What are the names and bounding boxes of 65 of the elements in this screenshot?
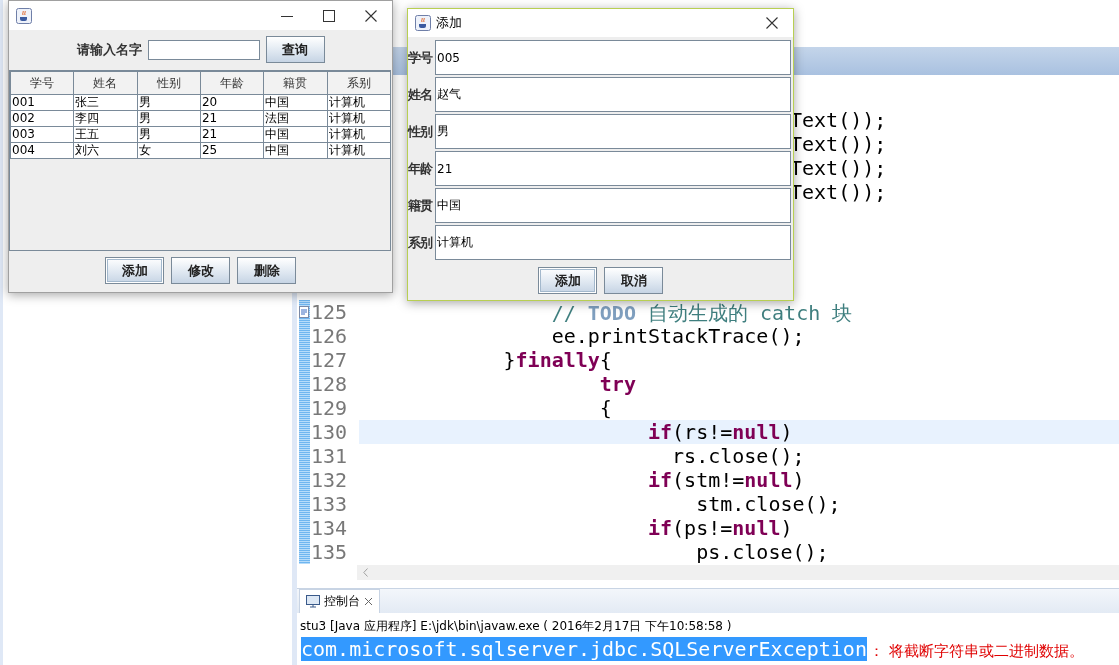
field-label: 系别 [408,233,434,252]
line-number: 125 [310,300,349,326]
line-number: 133 [310,492,349,516]
text-field[interactable]: 赵气 [435,77,791,112]
button[interactable]: 查询 [265,36,325,63]
monitor-icon [306,595,320,608]
code-line: if(stm!=null) [647,468,806,492]
code-line: try [598,372,637,396]
selected-text: com.microsoft.sqlserver.jdbc.SQLServerException [301,637,867,661]
column-header[interactable]: 学号 [10,71,74,95]
field-label: 学号 [408,48,434,67]
column-header[interactable]: 系别 [327,71,391,95]
line-number: 134 [310,516,349,540]
code-line: stm.close(); [695,492,842,516]
window-title: 添加 [436,14,462,32]
button[interactable]: 添加 [538,267,597,294]
code-line: Text()); [790,132,887,156]
line-number: 127 [310,348,349,372]
code-line: ps.close(); [695,540,830,564]
line-number: 129 [310,396,349,420]
line-number: 128 [310,372,349,396]
line-number: 132 [310,468,349,492]
code-line: ee.printStackTrace(); [550,324,806,348]
field-label: 性别 [408,122,434,141]
code-line: Text()); [790,156,887,180]
code-line: { [598,396,613,420]
error-message: ： 将截断字符串或二进制数据。 [868,642,1084,661]
button[interactable]: 取消 [604,267,663,294]
text-field[interactable]: 计算机 [435,225,791,260]
field-label: 籍贯 [408,196,434,215]
field-label: 年龄 [408,159,434,178]
line-number: 135 [310,540,349,564]
code-line: // TODO 自动生成的 catch 块 [550,300,854,327]
line-number: 130 [310,420,349,444]
coffee-cup-icon [16,7,32,24]
column-header[interactable]: 年龄 [200,71,264,95]
code-line: rs.close(); [671,444,806,468]
close-icon[interactable] [365,9,377,22]
search-label: 请输入名字 [76,40,142,59]
maximize-icon[interactable] [323,9,335,22]
field-label: 姓名 [408,85,433,104]
text-field[interactable]: 中国 [435,188,791,223]
code-line: if(ps!=null) [647,516,794,540]
text-field[interactable]: 男 [435,114,791,149]
line-number: 126 [310,324,349,348]
console-tab[interactable]: 控制台 [299,589,380,613]
text-field[interactable]: 005 [435,40,791,75]
text-field[interactable]: 21 [435,151,791,186]
line-number: 131 [310,444,349,468]
code-line: }finally{ [502,348,613,372]
name-input[interactable] [147,39,260,60]
close-icon[interactable] [364,597,373,606]
button[interactable]: 删除 [237,257,296,284]
code-line: Text()); [790,180,887,204]
code-line: Text()); [790,108,887,132]
horizontal-scrollbar[interactable] [357,565,1119,580]
coffee-cup-icon [415,15,431,31]
console-header: stu3 [Java 应用程序] E:\jdk\bin\javaw.exe ( 2016年2月17日 下午10:58:58 ) [299,618,733,635]
button[interactable]: 添加 [105,257,164,284]
column-header[interactable]: 籍贯 [263,71,328,95]
tab-label: 控制台 [324,593,360,610]
close-icon[interactable] [766,17,778,29]
button[interactable]: 修改 [171,257,230,284]
column-header[interactable]: 性别 [137,71,201,95]
column-header[interactable]: 姓名 [73,71,138,95]
